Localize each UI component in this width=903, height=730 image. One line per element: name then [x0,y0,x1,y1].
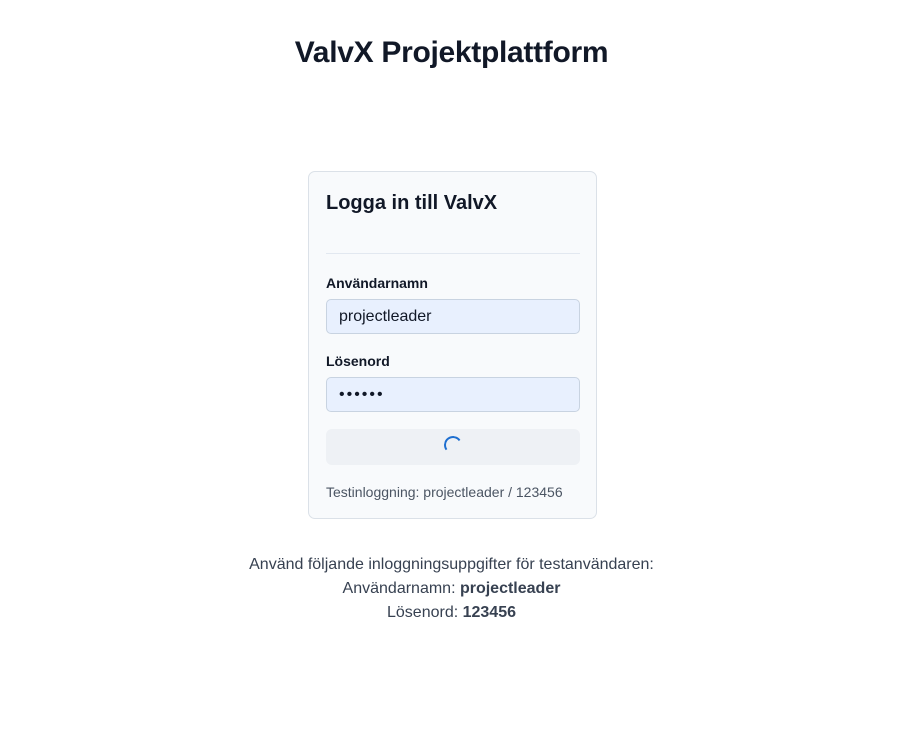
password-input[interactable] [326,377,580,412]
info-password-label: Lösenord: [387,604,463,621]
password-label: Lösenord [326,353,390,369]
info-username-label: Användarnamn: [342,580,460,597]
login-card: Logga in till ValvX Användarnamn Lösenor… [308,171,597,519]
username-input[interactable] [326,299,580,334]
page-title: ValvX Projektplattform [294,36,609,69]
username-label: Användarnamn [326,275,428,291]
login-title: Logga in till ValvX [326,192,498,214]
info-intro: Använd följande inloggningsuppgifter för… [249,556,654,573]
login-button[interactable] [326,429,580,465]
spinner-icon [442,434,464,456]
info-password-value: 123456 [462,604,516,621]
test-login-hint: Testinloggning: projectleader / 123456 [326,484,563,500]
info-username-value: projectleader [459,580,561,597]
info-password-line: Lösenord: 123456 [0,601,903,625]
info-username-line: Användarnamn: projectleader [0,577,903,601]
test-credentials-info: Använd följande inloggningsuppgifter för… [0,553,903,625]
card-divider [326,253,580,254]
